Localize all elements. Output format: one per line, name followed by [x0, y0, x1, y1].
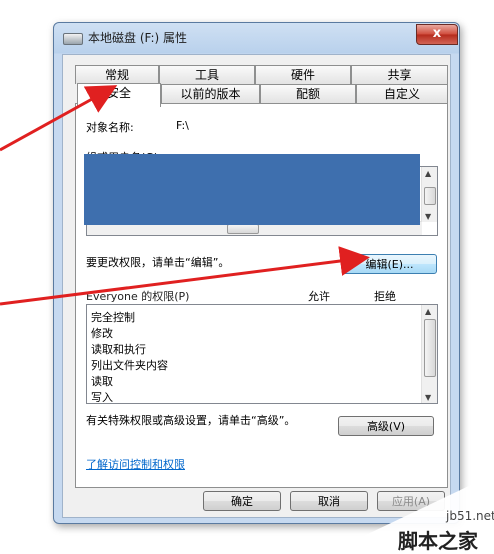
tab-tools[interactable]: 工具	[159, 65, 255, 84]
permission-read-execute: 读取和执行	[91, 343, 146, 356]
groups-vscroll-thumb[interactable]	[424, 187, 436, 205]
learn-access-control-link[interactable]: 了解访问控制和权限	[86, 456, 185, 472]
permissions-list[interactable]: 完全控制 修改 读取和执行 列出文件夹内容 读取 写入 ▲ ▼	[86, 304, 438, 404]
tab-quota[interactable]: 配额	[260, 84, 356, 103]
watermark-name: 脚本之家	[398, 529, 478, 553]
advanced-button[interactable]: 高级(V)	[338, 416, 434, 436]
deny-header: 拒绝	[374, 290, 396, 303]
tab-sharing[interactable]: 共享	[351, 65, 448, 84]
tab-previous-versions[interactable]: 以前的版本	[161, 84, 260, 103]
tab-customize[interactable]: 自定义	[356, 84, 448, 103]
tab-security[interactable]: 安全	[77, 83, 161, 107]
tab-general[interactable]: 常规	[75, 65, 159, 84]
allow-header: 允许	[308, 290, 330, 303]
scroll-up-icon[interactable]: ▲	[425, 307, 431, 316]
ok-button[interactable]: 确定	[203, 491, 281, 511]
tab-hardware[interactable]: 硬件	[255, 65, 351, 84]
object-name-label: 对象名称:	[86, 121, 134, 134]
permissions-vscroll-thumb[interactable]	[424, 319, 436, 377]
drive-icon	[63, 33, 83, 45]
groups-vscroll[interactable]: ▲ ▼	[421, 167, 437, 222]
permission-full-control: 完全控制	[91, 311, 135, 324]
window-title: 本地磁盘 (F:) 属性	[88, 31, 188, 45]
advanced-hint: 有关特殊权限或高级设置，请单击“高级”。	[86, 414, 296, 427]
permission-list-folder: 列出文件夹内容	[91, 359, 168, 372]
watermark-site: jb51.net	[446, 509, 494, 523]
edit-button[interactable]: 编辑(E)...	[342, 254, 437, 274]
permission-write: 写入	[91, 391, 113, 404]
scroll-down-icon[interactable]: ▼	[425, 212, 431, 221]
scroll-up-icon[interactable]: ▲	[425, 169, 431, 178]
dialog-client-area: 常规 工具 硬件 共享 安全 以前的版本 配额 自定义 对象名称: F:\ 组或…	[62, 54, 451, 518]
permission-modify: 修改	[91, 327, 113, 340]
change-permissions-hint: 要更改权限，请单击“编辑”。	[86, 256, 230, 269]
properties-window: 本地磁盘 (F:) 属性 x 常规 工具 硬件 共享 安全 以前的版本 配额 自…	[53, 22, 460, 524]
close-button[interactable]: x	[416, 24, 458, 45]
permission-read: 读取	[91, 375, 113, 388]
scroll-down-icon[interactable]: ▼	[425, 393, 431, 402]
permissions-for-label: Everyone 的权限(P)	[86, 290, 190, 303]
permissions-vscroll[interactable]: ▲ ▼	[421, 305, 437, 403]
redacted-users-block	[84, 154, 420, 225]
groups-hscroll-thumb[interactable]	[227, 224, 259, 234]
object-name-value: F:\	[176, 119, 189, 132]
